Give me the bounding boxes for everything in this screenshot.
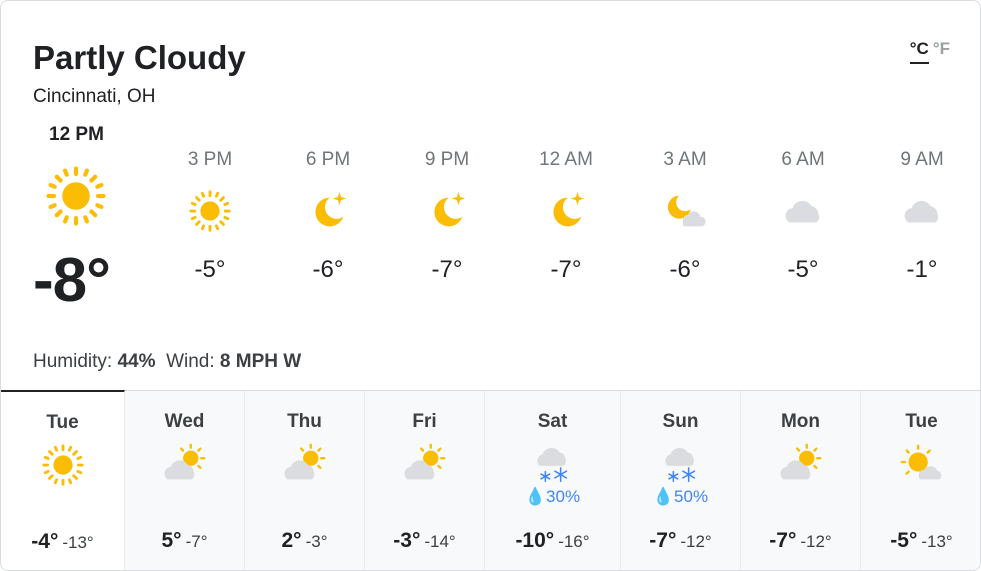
wind-value: 8 MPH W <box>219 351 302 372</box>
hourly-temp: -7° <box>431 256 463 283</box>
low-temp: -12° <box>680 532 712 551</box>
current-temperature: -8° <box>33 246 111 315</box>
hourly-item: 12 AM -7° <box>516 149 616 284</box>
day-temps: -5° -13° <box>861 529 980 553</box>
cloud-sun-icon <box>778 441 824 487</box>
hourly-time: 9 AM <box>900 149 944 170</box>
hourly-item: 6 PM -6° <box>278 149 378 284</box>
high-temp: -5° <box>890 529 918 552</box>
high-temp: -7° <box>649 529 677 552</box>
snow-icon <box>530 441 576 487</box>
cloud-icon <box>780 188 826 234</box>
weather-card: Partly Cloudy Cincinnati, OH °C °F 12 PM … <box>0 0 981 571</box>
day-name: Thu <box>287 411 322 432</box>
hourly-temp: -5° <box>194 256 226 283</box>
unit-toggle: °C °F <box>909 39 950 64</box>
hourly-temp: -5° <box>787 256 819 283</box>
hourly-temp: -6° <box>312 256 344 283</box>
cloud-sun-icon <box>282 441 328 487</box>
wind-label: Wind: <box>166 351 215 372</box>
precip-chance <box>365 487 484 507</box>
humidity-label: Humidity: <box>33 351 113 372</box>
low-temp: -16° <box>558 532 590 551</box>
low-temp: -3° <box>305 532 328 551</box>
low-temp: -7° <box>185 532 208 551</box>
day-name: Tue <box>905 411 938 432</box>
humidity-value: 44% <box>117 351 156 372</box>
cloud-icon <box>899 188 945 234</box>
hourly-time: 3 PM <box>187 149 233 170</box>
day-temps: -7° -12° <box>741 529 860 553</box>
day-name: Wed <box>164 411 205 432</box>
high-temp: -3° <box>393 529 421 552</box>
hourly-temp: -7° <box>550 256 582 283</box>
day-temps: -10° -16° <box>485 529 620 553</box>
hourly-temp: -6° <box>669 256 701 283</box>
day-temps: -7° -12° <box>621 529 740 553</box>
hourly-item: 9 PM -7° <box>397 149 497 284</box>
current-time: 12 PM <box>49 124 104 145</box>
day-name: Sat <box>537 411 568 432</box>
snow-icon <box>658 441 704 487</box>
low-temp: -13° <box>921 532 953 551</box>
fahrenheit-toggle[interactable]: °F <box>933 39 950 58</box>
hourly-time: 12 AM <box>539 149 593 170</box>
hourly-time: 6 AM <box>781 149 825 170</box>
precip-chance: 💧50% <box>652 487 709 506</box>
hourly-temp: -1° <box>906 256 938 283</box>
day-thu[interactable]: Thu 2° -3° <box>245 391 365 570</box>
moon-cloud-icon <box>662 188 708 234</box>
day-fri[interactable]: Fri -3° -14° <box>365 391 485 570</box>
precip-chance: 💧30% <box>524 487 581 506</box>
hourly-time: 3 AM <box>663 149 707 170</box>
day-mon[interactable]: Mon -7° -12° <box>741 391 861 570</box>
day-tue-selected[interactable]: Tue -4° -13° <box>1 390 125 570</box>
day-name: Mon <box>780 411 821 432</box>
precip-chance <box>741 487 860 507</box>
moon-star-icon <box>305 188 351 234</box>
sun-icon <box>40 442 86 488</box>
hourly-time: 6 PM <box>305 149 351 170</box>
hourly-item: 6 AM -5° <box>753 149 853 284</box>
day-name: Tue <box>46 412 79 433</box>
day-temps: -4° -13° <box>1 530 124 554</box>
day-name: Sun <box>662 411 699 432</box>
hourly-item: 3 AM -6° <box>635 149 735 284</box>
day-name: Fri <box>412 411 437 432</box>
day-temps: 2° -3° <box>245 529 364 553</box>
high-temp: -4° <box>31 530 59 553</box>
day-temps: -3° -14° <box>365 529 484 553</box>
moon-star-icon <box>543 188 589 234</box>
sun-cloud-icon <box>899 441 945 487</box>
condition-title: Partly Cloudy <box>33 39 246 76</box>
day-temps: 5° -7° <box>125 529 244 553</box>
day-wed[interactable]: Wed 5° -7° <box>125 391 245 570</box>
hourly-item: 9 AM -1° <box>872 149 972 284</box>
high-temp: -10° <box>515 529 555 552</box>
precip-chance <box>125 487 244 507</box>
high-temp: 2° <box>281 529 302 552</box>
cloud-sun-icon <box>402 441 448 487</box>
precip-chance <box>245 487 364 507</box>
celsius-toggle[interactable]: °C <box>909 39 929 64</box>
cloud-sun-icon <box>162 441 208 487</box>
low-temp: -13° <box>62 533 94 552</box>
hourly-time: 9 PM <box>424 149 470 170</box>
high-temp: -7° <box>769 529 797 552</box>
low-temp: -12° <box>800 532 832 551</box>
sun-icon <box>43 163 109 229</box>
day-sat[interactable]: Sat 💧30% -10° -16° <box>485 391 621 570</box>
low-temp: -14° <box>424 532 456 551</box>
sun-icon <box>187 188 233 234</box>
precip-chance <box>861 487 980 507</box>
moon-star-icon <box>424 188 470 234</box>
hourly-item: 3 PM -5° <box>160 149 260 284</box>
precip-chance <box>1 488 124 508</box>
weather-details: Humidity: 44% Wind: 8 MPH W <box>33 351 301 373</box>
high-temp: 5° <box>161 529 182 552</box>
daily-forecast: Tue -4° -13° Wed 5° -7° Thu 2° -3° Fri -3° -… <box>1 390 980 570</box>
day-tue-next[interactable]: Tue -5° -13° <box>861 391 980 570</box>
location-label: Cincinnati, OH <box>33 86 156 107</box>
day-sun[interactable]: Sun 💧50% -7° -12° <box>621 391 741 570</box>
